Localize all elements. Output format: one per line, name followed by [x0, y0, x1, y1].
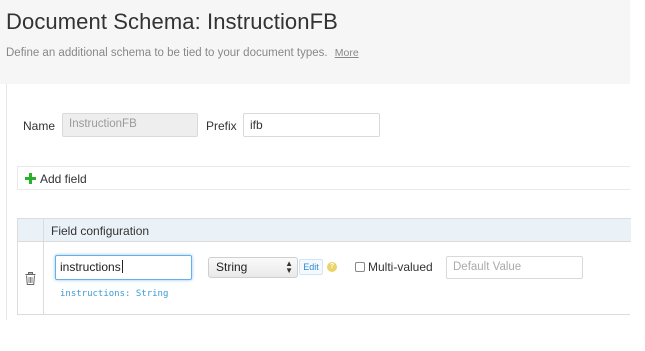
default-value-input[interactable]: Default Value [446, 256, 583, 279]
name-field[interactable]: InstructionFB [62, 113, 198, 137]
field-name-input[interactable]: instructions [55, 255, 192, 280]
name-label: Name [23, 119, 56, 133]
page-title: Document Schema: InstructionFB [6, 9, 338, 34]
prefix-field[interactable]: ifb [243, 113, 380, 137]
multi-valued-checkbox[interactable] [355, 262, 365, 272]
plus-icon [25, 173, 36, 184]
field-name-value: instructions [60, 260, 121, 274]
page-subtitle: Define an additional schema to be tied t… [6, 47, 359, 59]
fields-table: Field configuration instructions String … [17, 218, 631, 315]
column-divider [43, 218, 44, 315]
select-arrows-icon: ▲ ▼ [285, 259, 293, 275]
add-field-button[interactable]: Add field [17, 166, 630, 190]
trash-icon[interactable] [25, 272, 36, 285]
add-field-label: Add field [40, 172, 87, 186]
subtitle-text: Define an additional schema to be tied t… [6, 47, 328, 59]
field-configuration-header: Field configuration [51, 224, 150, 238]
field-type-select[interactable]: String ▲ ▼ [208, 257, 298, 278]
more-link[interactable]: More [335, 47, 359, 59]
field-type-value: String [216, 260, 248, 274]
text-caret [121, 260, 123, 273]
help-icon[interactable]: ? [327, 262, 337, 272]
table-header: Field configuration [18, 218, 631, 242]
multi-valued-label[interactable]: Multi-valued [368, 260, 433, 274]
field-summary: instructions: String [60, 289, 169, 299]
prefix-label: Prefix [206, 119, 237, 133]
edit-button[interactable]: Edit [299, 259, 323, 275]
page-header: Document Schema: InstructionFB Define an… [0, 0, 630, 84]
